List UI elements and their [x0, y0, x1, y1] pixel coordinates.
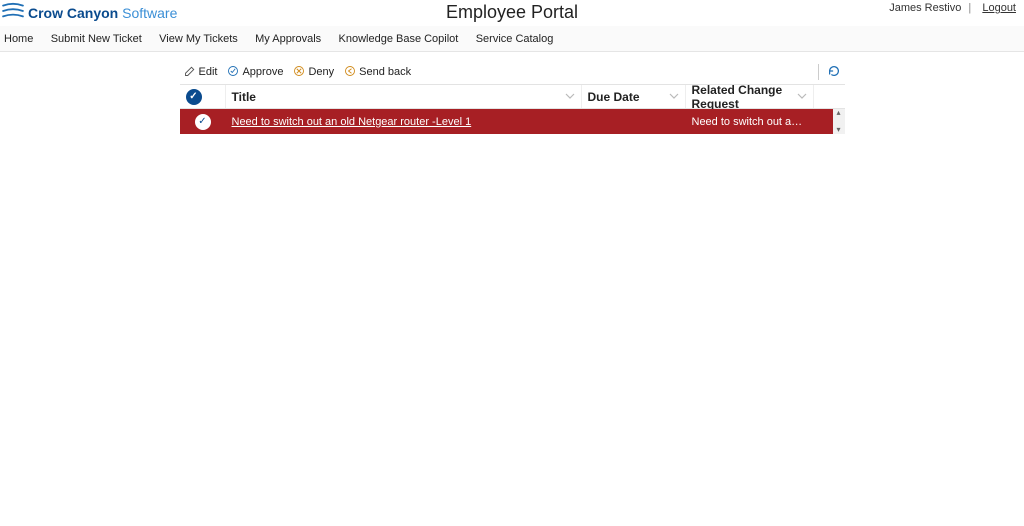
grid-toolbar: Edit Approve Deny Send back: [180, 60, 845, 84]
nav-submit-ticket[interactable]: Submit New Ticket: [51, 33, 142, 45]
row-related-cell: Need to switch out an old Netge...: [686, 116, 814, 128]
row-title-link[interactable]: Need to switch out an old Netgear router…: [232, 116, 472, 128]
brand-text: Crow Canyon Software: [28, 5, 177, 21]
chevron-down-icon: [565, 90, 575, 104]
scroll-up-icon: ▴: [833, 109, 845, 117]
sendback-icon: [344, 65, 356, 80]
column-due-date[interactable]: Due Date: [582, 85, 686, 108]
brand-icon: [2, 2, 24, 23]
current-user: James Restivo: [889, 2, 961, 14]
checked-icon: ✓: [195, 114, 211, 130]
nav-my-approvals[interactable]: My Approvals: [255, 33, 321, 45]
approve-icon: [227, 65, 239, 80]
column-related-request[interactable]: Related Change Request: [686, 85, 814, 108]
deny-icon: [293, 65, 305, 80]
user-area: James Restivo | Logout: [889, 2, 1016, 14]
refresh-icon: [827, 67, 841, 81]
vertical-scrollbar[interactable]: ▴ ▾: [833, 109, 845, 134]
chevron-down-icon: [669, 90, 679, 104]
select-all-icon: ✓: [186, 89, 202, 105]
logout-link[interactable]: Logout: [982, 2, 1016, 14]
column-select[interactable]: ✓: [180, 85, 226, 108]
nav-kb-copilot[interactable]: Knowledge Base Copilot: [339, 33, 459, 45]
approve-button[interactable]: Approve: [227, 65, 283, 80]
edit-button[interactable]: Edit: [184, 65, 218, 80]
chevron-down-icon: [797, 90, 807, 104]
scroll-down-icon: ▾: [833, 126, 845, 134]
column-title[interactable]: Title: [226, 85, 582, 108]
row-select[interactable]: ✓: [180, 114, 226, 130]
approvals-grid: ✓ Title Due Date Related Change Request …: [180, 84, 845, 134]
header: Crow Canyon Software Employee Portal Jam…: [0, 0, 1024, 24]
nav-home[interactable]: Home: [4, 33, 33, 45]
brand-logo[interactable]: Crow Canyon Software: [2, 2, 177, 23]
table-row[interactable]: ✓ Need to switch out an old Netgear rout…: [180, 109, 845, 134]
refresh-button[interactable]: [827, 64, 841, 81]
sendback-button[interactable]: Send back: [344, 65, 411, 80]
deny-button[interactable]: Deny: [293, 65, 334, 80]
page-title: Employee Portal: [446, 2, 578, 23]
pencil-icon: [184, 65, 196, 80]
approvals-panel: Edit Approve Deny Send back ✓ Title: [180, 60, 845, 134]
row-title-cell: Need to switch out an old Netgear router…: [226, 116, 582, 128]
main-nav: Home Submit New Ticket View My Tickets M…: [0, 26, 1024, 52]
grid-header: ✓ Title Due Date Related Change Request: [180, 85, 845, 109]
nav-view-tickets[interactable]: View My Tickets: [159, 33, 238, 45]
nav-service-catalog[interactable]: Service Catalog: [476, 33, 554, 45]
